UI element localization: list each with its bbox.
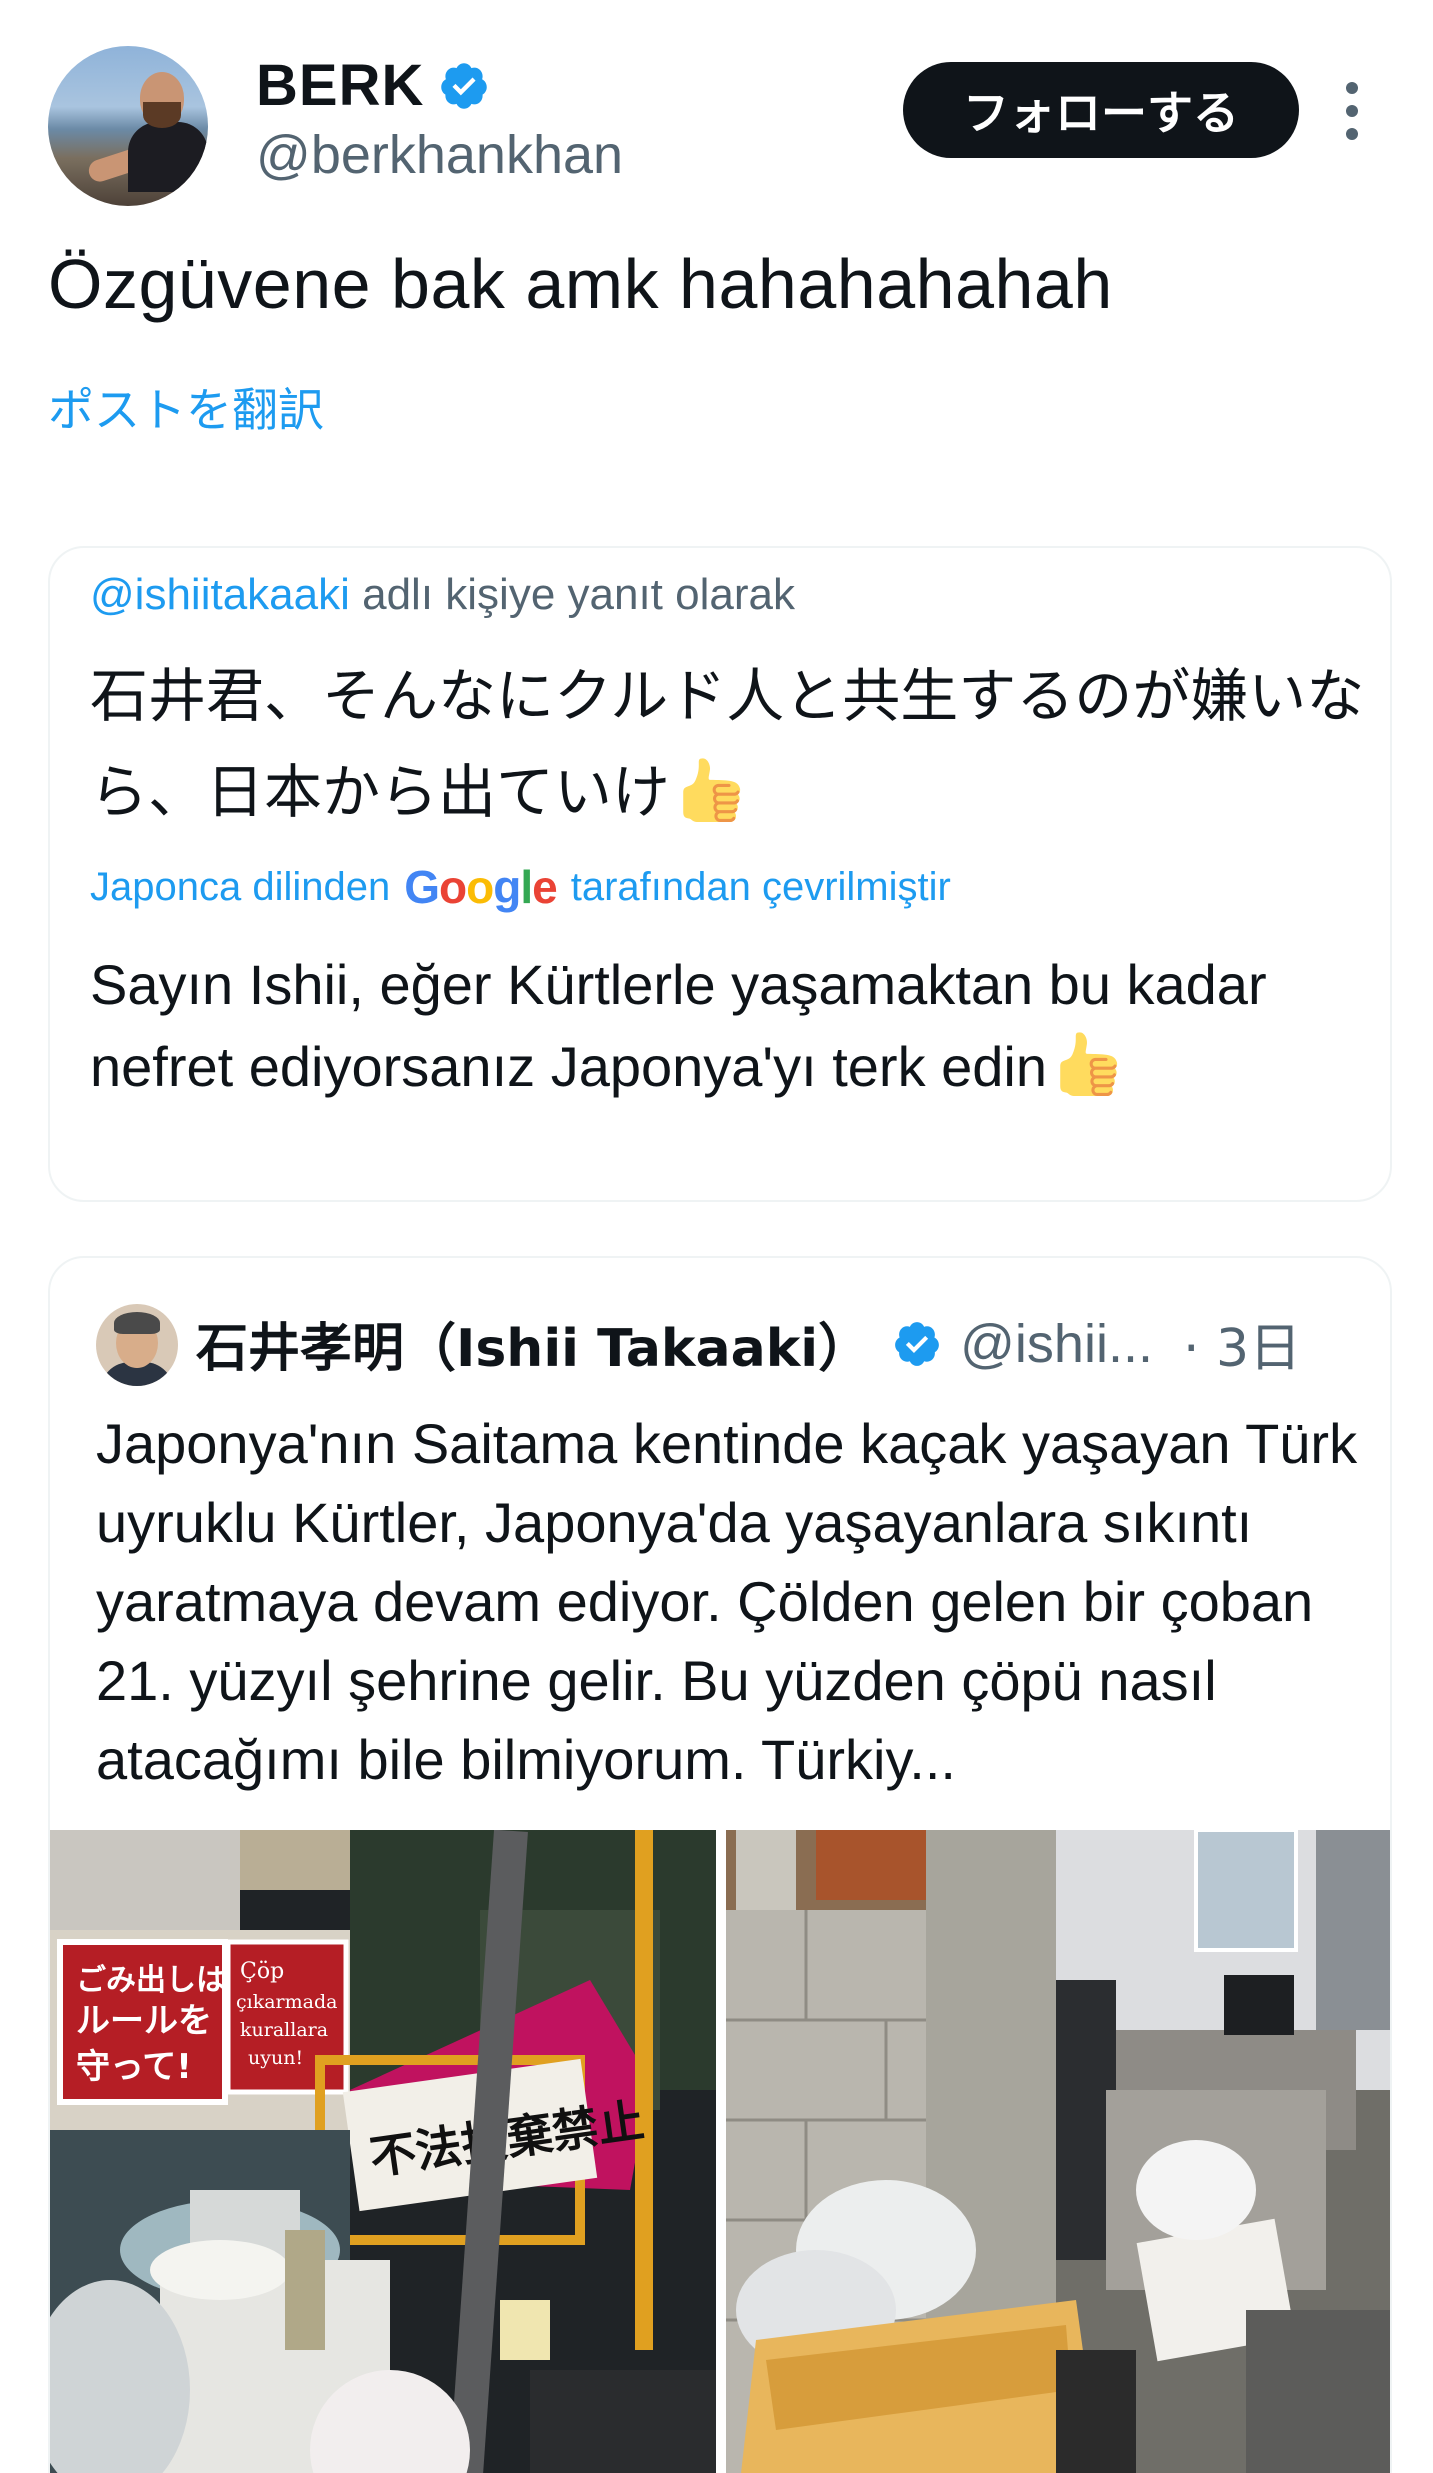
quoted-post-header: 石井孝明（Ishii Takaaki） @ishii... · 3日 [196,1306,1301,1381]
verified-badge-icon [895,1321,939,1366]
quoted-post-card[interactable]: 石井孝明（Ishii Takaaki） @ishii... · 3日 Japon… [48,1256,1392,2473]
thumbs-up-emoji-icon [683,758,741,822]
translation-suffix: tarafından çevrilmiştir [570,864,951,909]
trash-day-photo [726,1830,1390,2473]
quoted-post-time[interactable]: · 3日 [1183,1306,1301,1381]
author-name-row[interactable]: BERK [256,52,490,119]
post-text: Özgüvene bak amk hahahahahah [48,245,1113,323]
quoted-author-name[interactable]: 石井孝明（Ishii Takaaki） [196,1306,870,1381]
author-avatar[interactable] [48,46,208,206]
svg-text:守って!: 守って! [76,2047,192,2087]
reply-context: @ishiitakaaki adlı kişiye yanıt olarak [90,570,795,620]
svg-text:ルールを: ルールを [76,2001,212,2041]
translate-post-link[interactable]: ポストを翻訳 [48,374,324,440]
verified-badge-icon [441,62,488,109]
author-display-name[interactable]: BERK [256,52,424,119]
author-handle[interactable]: @berkhankhan [256,124,623,186]
reply-context-suffix: adlı kişiye yanıt olarak [349,570,795,619]
reply-original-text: 石井君、そんなにクルド人と共生するのが嫌いなら、日本から出ていけ [90,648,1380,840]
svg-text:ごみ出しは: ごみ出しは [76,1963,226,1998]
quoted-author-avatar[interactable] [96,1304,178,1386]
svg-text:uyun!: uyun! [248,2047,303,2069]
translation-prefix: Japonca dilinden [90,864,391,909]
reply-translated-text: Sayın Ishii, eğer Kürtlerle yaşamaktan b… [90,944,1380,1108]
svg-text:çıkarmada: çıkarmada [236,1991,337,2013]
translation-attribution: Japonca dilinden Google tarafından çevri… [90,860,951,914]
thumbs-up-emoji-icon [1060,1032,1118,1096]
follow-button[interactable]: フォローする [903,62,1299,158]
google-logo: Google [404,861,557,913]
trash-night-photo: ごみ出しは ルールを 守って! Çöp çıkarmada kurallara … [50,1830,716,2473]
more-options-icon[interactable] [1330,76,1374,146]
svg-text:Çöp: Çöp [240,1959,284,1984]
reply-card[interactable]: @ishiitakaaki adlı kişiye yanıt olarak 石… [48,546,1392,1202]
quoted-image-left[interactable]: ごみ出しは ルールを 守って! Çöp çıkarmada kurallara … [50,1830,716,2473]
reply-mention-link[interactable]: @ishiitakaaki [90,570,350,619]
quoted-post-text: Japonya'nın Saitama kentinde kaçak yaşay… [96,1412,1358,1791]
quoted-image-right[interactable] [726,1830,1390,2473]
quoted-author-handle[interactable]: @ishii... [960,1313,1153,1375]
svg-text:kurallara: kurallara [240,2019,328,2041]
